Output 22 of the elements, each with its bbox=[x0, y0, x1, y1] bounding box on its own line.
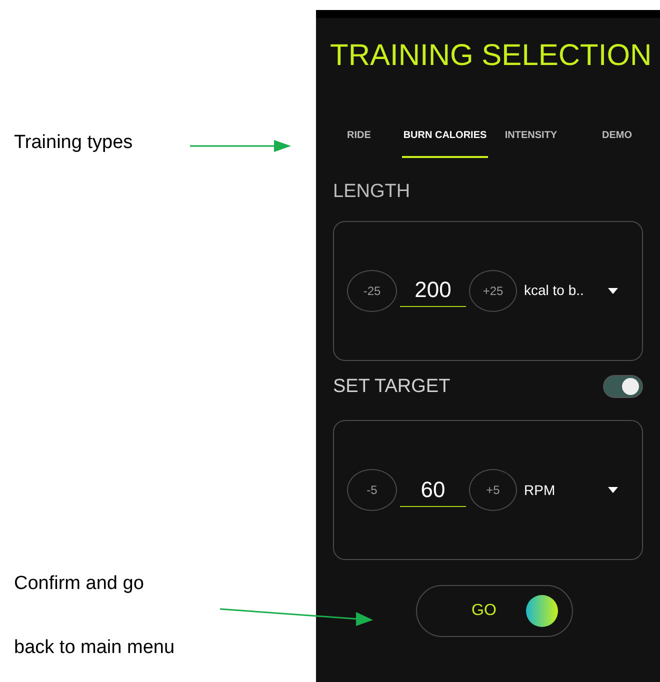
increment-button[interactable]: +5 bbox=[469, 469, 517, 511]
tab[interactable]: RIDE bbox=[316, 114, 402, 158]
value-field[interactable]: 60 bbox=[400, 474, 466, 506]
screen-title: TRAINING SELECTION bbox=[330, 38, 652, 74]
tab[interactable]: INTENSITY bbox=[488, 114, 574, 158]
caret-icon bbox=[608, 487, 618, 493]
unit-dropdown[interactable]: RPM bbox=[517, 480, 618, 500]
annotation-text: Confirm and go bbox=[14, 572, 144, 596]
unit-dropdown[interactable]: kcal to b.. bbox=[517, 280, 618, 301]
value-field[interactable]: 200 bbox=[400, 274, 466, 307]
annotation-text: Training types bbox=[14, 131, 133, 155]
decrement-button[interactable]: -25 bbox=[347, 270, 397, 312]
section-label: SET TARGET bbox=[333, 374, 450, 398]
decrement-button[interactable]: -5 bbox=[347, 469, 397, 511]
caret-icon bbox=[608, 288, 618, 294]
tab[interactable]: BURN CALORIES bbox=[402, 114, 488, 158]
increment-button[interactable]: +25 bbox=[469, 270, 517, 312]
go-button[interactable]: GO bbox=[416, 585, 572, 637]
section-label: LENGTH bbox=[333, 180, 410, 204]
annotation-text: back to main menu bbox=[14, 636, 175, 660]
tab[interactable]: DEMO bbox=[574, 114, 660, 158]
target-toggle[interactable] bbox=[603, 375, 643, 398]
